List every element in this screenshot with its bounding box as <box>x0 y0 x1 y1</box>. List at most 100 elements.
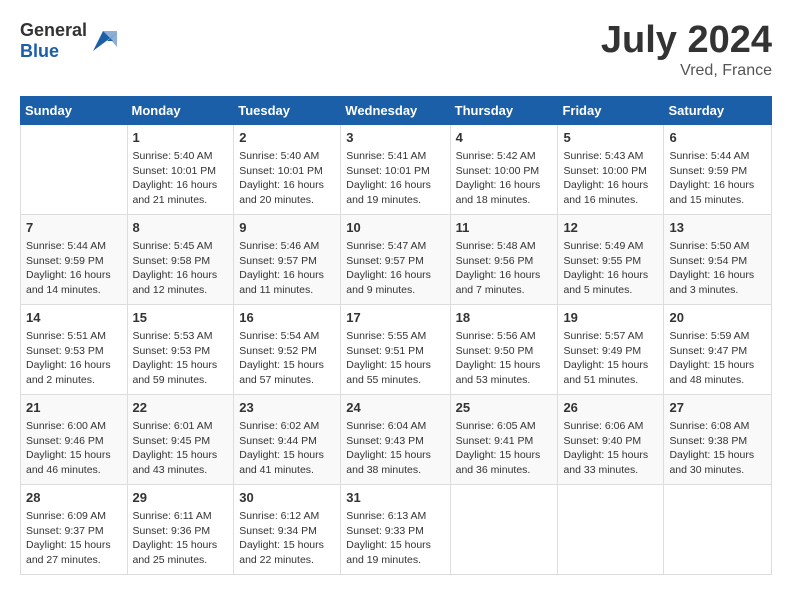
cell-info: Sunrise: 5:53 AM Sunset: 9:53 PM Dayligh… <box>133 329 229 388</box>
day-number: 17 <box>346 309 444 327</box>
calendar-cell: 9Sunrise: 5:46 AM Sunset: 9:57 PM Daylig… <box>234 214 341 304</box>
day-number: 20 <box>669 309 766 327</box>
calendar-week-row: 14 Sunrise: 5:51 AM Sunset: 9:53 PM Dayli… <box>21 304 772 394</box>
day-number: 4 <box>456 129 553 147</box>
day-number: 2 <box>239 129 335 147</box>
calendar-cell: 25 Sunrise: 6:05 AM Sunset: 9:41 PM Dayli… <box>450 394 558 484</box>
weekday-header: Sunday <box>21 96 128 124</box>
day-number: 10 <box>346 219 444 237</box>
calendar-cell: 1Sunrise: 5:40 AM Sunset: 10:01 PM Dayli… <box>127 124 234 214</box>
day-number: 28 <box>26 489 122 507</box>
calendar-cell: 2 Sunrise: 5:40 AM Sunset: 10:01 PM Dayli… <box>234 124 341 214</box>
day-number: 22 <box>133 399 229 417</box>
day-number: 26 <box>563 399 658 417</box>
cell-info: Sunrise: 6:00 AM Sunset: 9:46 PM Dayligh… <box>26 419 122 478</box>
cell-info: Sunrise: 5:54 AM Sunset: 9:52 PM Dayligh… <box>239 329 335 388</box>
logo: General Blue <box>20 20 117 62</box>
calendar-week-row: 21Sunrise: 6:00 AM Sunset: 9:46 PM Dayli… <box>21 394 772 484</box>
cell-info: Sunrise: 5:43 AM Sunset: 10:00 PM Daylig… <box>563 149 658 208</box>
cell-info: Sunrise: 5:46 AM Sunset: 9:57 PM Dayligh… <box>239 239 335 298</box>
calendar-cell: 11Sunrise: 5:48 AM Sunset: 9:56 PM Dayli… <box>450 214 558 304</box>
day-number: 3 <box>346 129 444 147</box>
day-number: 27 <box>669 399 766 417</box>
cell-info: Sunrise: 5:55 AM Sunset: 9:51 PM Dayligh… <box>346 329 444 388</box>
cell-info: Sunrise: 5:59 AM Sunset: 9:47 PM Dayligh… <box>669 329 766 388</box>
weekday-header: Saturday <box>664 96 772 124</box>
calendar-cell: 17 Sunrise: 5:55 AM Sunset: 9:51 PM Dayli… <box>341 304 450 394</box>
calendar-cell <box>664 484 772 574</box>
calendar-cell: 18 Sunrise: 5:56 AM Sunset: 9:50 PM Dayli… <box>450 304 558 394</box>
calendar-cell: 20 Sunrise: 5:59 AM Sunset: 9:47 PM Dayli… <box>664 304 772 394</box>
cell-info: Sunrise: 6:11 AM Sunset: 9:36 PM Dayligh… <box>133 509 229 568</box>
weekday-header: Thursday <box>450 96 558 124</box>
day-number: 29 <box>133 489 229 507</box>
day-number: 25 <box>456 399 553 417</box>
calendar-cell: 29 Sunrise: 6:11 AM Sunset: 9:36 PM Dayli… <box>127 484 234 574</box>
location: Vred, France <box>601 62 772 80</box>
calendar-cell <box>21 124 128 214</box>
title-block: July 2024 Vred, France <box>601 20 772 80</box>
calendar-cell: 5Sunrise: 5:43 AM Sunset: 10:00 PM Dayli… <box>558 124 664 214</box>
calendar-cell: 10Sunrise: 5:47 AM Sunset: 9:57 PM Dayli… <box>341 214 450 304</box>
weekday-header: Monday <box>127 96 234 124</box>
month-year: July 2024 <box>601 20 772 62</box>
cell-info: Sunrise: 6:01 AM Sunset: 9:45 PM Dayligh… <box>133 419 229 478</box>
calendar-cell <box>558 484 664 574</box>
calendar-cell: 12 Sunrise: 5:49 AM Sunset: 9:55 PM Dayli… <box>558 214 664 304</box>
day-number: 18 <box>456 309 553 327</box>
day-number: 24 <box>346 399 444 417</box>
logo-blue: Blue <box>20 41 59 61</box>
cell-info: Sunrise: 5:51 AM Sunset: 9:53 PM Dayligh… <box>26 329 122 388</box>
logo-general: General <box>20 20 87 40</box>
cell-info: Sunrise: 5:57 AM Sunset: 9:49 PM Dayligh… <box>563 329 658 388</box>
cell-info: Sunrise: 5:56 AM Sunset: 9:50 PM Dayligh… <box>456 329 553 388</box>
calendar-cell: 6 Sunrise: 5:44 AM Sunset: 9:59 PM Daylig… <box>664 124 772 214</box>
cell-info: Sunrise: 5:49 AM Sunset: 9:55 PM Dayligh… <box>563 239 658 298</box>
calendar-cell: 21Sunrise: 6:00 AM Sunset: 9:46 PM Dayli… <box>21 394 128 484</box>
day-number: 19 <box>563 309 658 327</box>
calendar-cell: 16Sunrise: 5:54 AM Sunset: 9:52 PM Dayli… <box>234 304 341 394</box>
logo-text: General Blue <box>20 20 87 62</box>
cell-info: Sunrise: 5:50 AM Sunset: 9:54 PM Dayligh… <box>669 239 766 298</box>
calendar-cell: 28Sunrise: 6:09 AM Sunset: 9:37 PM Dayli… <box>21 484 128 574</box>
calendar-week-row: 1 Sunrise: 5:40 AM Sunset: 10:01 PM Dayli… <box>21 124 772 214</box>
cell-info: Sunrise: 5:45 AM Sunset: 9:58 PM Dayligh… <box>133 239 229 298</box>
cell-info: Sunrise: 6:04 AM Sunset: 9:43 PM Dayligh… <box>346 419 444 478</box>
calendar-cell: 14 Sunrise: 5:51 AM Sunset: 9:53 PM Dayli… <box>21 304 128 394</box>
day-number: 15 <box>133 309 229 327</box>
cell-info: Sunrise: 6:13 AM Sunset: 9:33 PM Dayligh… <box>346 509 444 568</box>
cell-info: Sunrise: 5:44 AM Sunset: 9:59 PM Dayligh… <box>26 239 122 298</box>
day-number: 30 <box>239 489 335 507</box>
day-number: 6 <box>669 129 766 147</box>
day-number: 14 <box>26 309 122 327</box>
day-number: 23 <box>239 399 335 417</box>
calendar-cell: 31 Sunrise: 6:13 AM Sunset: 9:33 PM Dayli… <box>341 484 450 574</box>
calendar-cell: 15 Sunrise: 5:53 AM Sunset: 9:53 PM Dayli… <box>127 304 234 394</box>
header-row: SundayMondayTuesdayWednesdayThursdayFrid… <box>21 96 772 124</box>
cell-info: Sunrise: 6:02 AM Sunset: 9:44 PM Dayligh… <box>239 419 335 478</box>
calendar-table: SundayMondayTuesdayWednesdayThursdayFrid… <box>20 96 772 575</box>
calendar-cell: 8Sunrise: 5:45 AM Sunset: 9:58 PM Daylig… <box>127 214 234 304</box>
cell-info: Sunrise: 5:41 AM Sunset: 10:01 PM Daylig… <box>346 149 444 208</box>
day-number: 31 <box>346 489 444 507</box>
weekday-header: Tuesday <box>234 96 341 124</box>
day-number: 12 <box>563 219 658 237</box>
cell-info: Sunrise: 5:40 AM Sunset: 10:01 PM Daylig… <box>239 149 335 208</box>
cell-info: Sunrise: 6:05 AM Sunset: 9:41 PM Dayligh… <box>456 419 553 478</box>
calendar-cell: 27 Sunrise: 6:08 AM Sunset: 9:38 PM Dayli… <box>664 394 772 484</box>
calendar-week-row: 7 Sunrise: 5:44 AM Sunset: 9:59 PM Daylig… <box>21 214 772 304</box>
calendar-cell: 30 Sunrise: 6:12 AM Sunset: 9:34 PM Dayli… <box>234 484 341 574</box>
cell-info: Sunrise: 6:06 AM Sunset: 9:40 PM Dayligh… <box>563 419 658 478</box>
page-header: General Blue July 2024 Vred, France <box>20 20 772 80</box>
calendar-cell: 24 Sunrise: 6:04 AM Sunset: 9:43 PM Dayli… <box>341 394 450 484</box>
cell-info: Sunrise: 6:12 AM Sunset: 9:34 PM Dayligh… <box>239 509 335 568</box>
day-number: 7 <box>26 219 122 237</box>
calendar-cell: 4 Sunrise: 5:42 AM Sunset: 10:00 PM Dayli… <box>450 124 558 214</box>
cell-info: Sunrise: 5:44 AM Sunset: 9:59 PM Dayligh… <box>669 149 766 208</box>
calendar-cell: 23 Sunrise: 6:02 AM Sunset: 9:44 PM Dayli… <box>234 394 341 484</box>
day-number: 1 <box>133 129 229 147</box>
calendar-cell: 13Sunrise: 5:50 AM Sunset: 9:54 PM Dayli… <box>664 214 772 304</box>
day-number: 11 <box>456 219 553 237</box>
cell-info: Sunrise: 5:42 AM Sunset: 10:00 PM Daylig… <box>456 149 553 208</box>
cell-info: Sunrise: 6:08 AM Sunset: 9:38 PM Dayligh… <box>669 419 766 478</box>
